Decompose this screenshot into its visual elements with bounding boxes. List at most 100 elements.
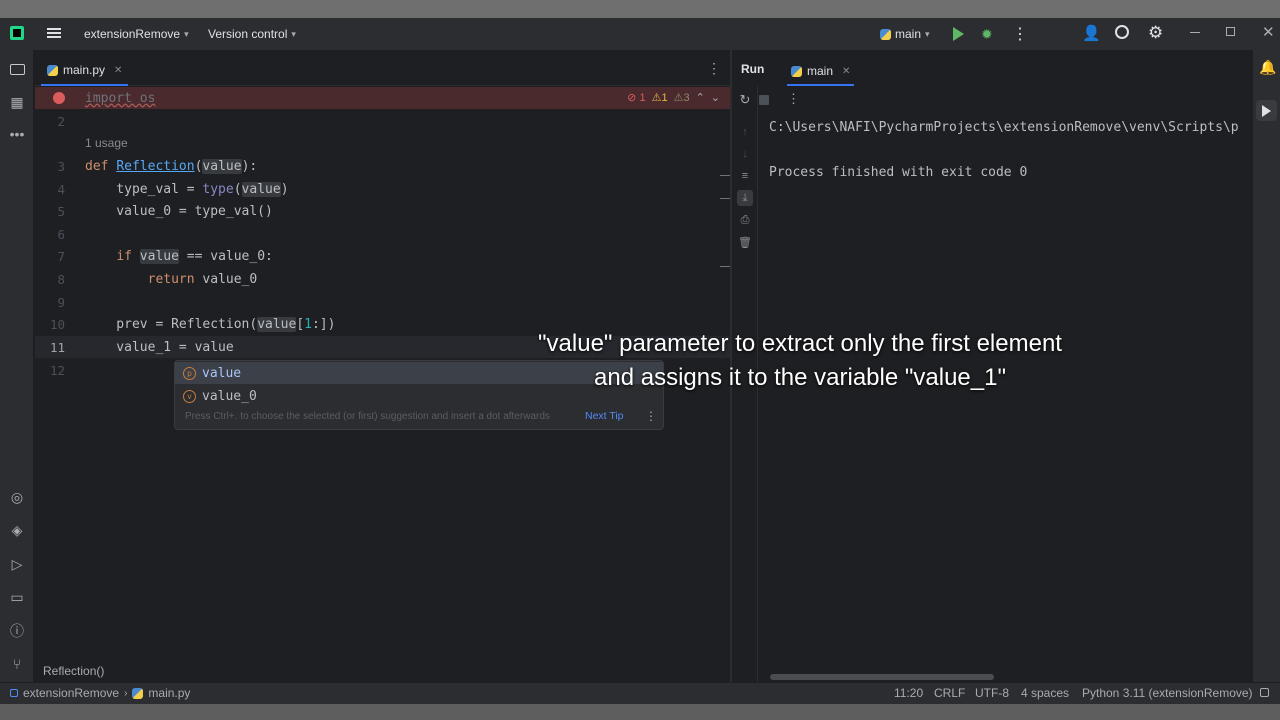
console-output[interactable]: C:\Users\NAFI\PycharmProjects\extensionR… bbox=[769, 120, 1239, 180]
run-tab-label: main bbox=[807, 64, 834, 78]
code-text: return value_0 bbox=[147, 271, 258, 287]
vcs-selector[interactable]: Version control ▾ bbox=[208, 27, 296, 41]
settings-gear-icon[interactable]: ⚙ bbox=[1148, 23, 1163, 43]
fold-marker[interactable] bbox=[720, 175, 730, 176]
rerun-icon[interactable]: ↻ bbox=[737, 92, 753, 108]
run-side-icon[interactable] bbox=[1256, 100, 1277, 121]
completion-label: value bbox=[202, 365, 242, 381]
status-file: main.py bbox=[148, 686, 191, 700]
editor-tabs-menu-icon[interactable]: ⋮ bbox=[707, 60, 721, 77]
soft-wrap-icon[interactable]: ≡ bbox=[737, 168, 753, 184]
chevron-down-icon: ▾ bbox=[291, 28, 296, 39]
right-tool-strip: 🔔 bbox=[1253, 50, 1280, 682]
more-tools-icon[interactable]: ••• bbox=[7, 124, 27, 144]
restore-icon[interactable] bbox=[1226, 27, 1235, 36]
run-more-icon[interactable]: ⋮ bbox=[787, 91, 800, 107]
git-icon[interactable]: ⑂ bbox=[7, 654, 27, 674]
code-line: 3 def Reflection(value): bbox=[35, 155, 730, 177]
line-number: 12 bbox=[49, 362, 65, 378]
python-interpreter[interactable]: Python 3.11 (extensionRemove) bbox=[1082, 686, 1253, 700]
structure-icon[interactable]: ▦ bbox=[7, 92, 27, 112]
tab-run-main[interactable]: main ✕ bbox=[787, 58, 855, 86]
file-encoding[interactable]: UTF-8 bbox=[975, 686, 1009, 700]
python-packages-icon[interactable]: ◎ bbox=[7, 487, 27, 507]
trash-icon[interactable]: 🗑 bbox=[737, 234, 753, 250]
title-bar: extensionRemove ▾ Version control ▾ main… bbox=[0, 18, 1280, 50]
stop-icon[interactable] bbox=[759, 95, 769, 105]
line-number: 9 bbox=[57, 294, 65, 310]
terminal-icon[interactable]: ▭ bbox=[7, 587, 27, 607]
up-arrow-icon[interactable]: ↑ bbox=[737, 124, 753, 140]
problems-icon[interactable]: ⓘ bbox=[7, 621, 27, 641]
status-breadcrumb[interactable]: extensionRemove › main.py bbox=[10, 686, 190, 700]
parameter-icon: p bbox=[183, 366, 196, 380]
app-logo-icon[interactable] bbox=[10, 26, 24, 40]
status-project: extensionRemove bbox=[23, 686, 120, 700]
code-line: 7 if value == value_0: bbox=[35, 245, 730, 267]
status-bar: extensionRemove › main.py 11:20 CRLF UTF… bbox=[0, 682, 1280, 704]
popup-menu-icon[interactable]: ⋮ bbox=[645, 409, 657, 423]
window-top-strip bbox=[0, 0, 1280, 18]
completion-hint: Press Ctrl+. to choose the selected (or … bbox=[185, 411, 550, 422]
run-header: Run main ✕ bbox=[732, 50, 1253, 86]
minimize-icon[interactable] bbox=[1190, 32, 1200, 33]
tab-label: main.py bbox=[63, 63, 106, 77]
close-tab-icon[interactable]: ✕ bbox=[842, 66, 850, 77]
horizontal-scrollbar[interactable] bbox=[770, 674, 994, 680]
editor-tab-bar: main.py ✕ ⋮ bbox=[35, 50, 730, 86]
fold-marker[interactable] bbox=[720, 266, 730, 267]
scroll-to-end-icon[interactable]: ⤓ bbox=[737, 190, 753, 206]
subtitle-line: and assigns it to the variable "value_1" bbox=[594, 364, 1006, 391]
indent-setting[interactable]: 4 spaces bbox=[1021, 686, 1069, 700]
line-number: 5 bbox=[57, 203, 65, 219]
python-file-icon bbox=[132, 687, 144, 699]
lock-icon[interactable] bbox=[1260, 688, 1269, 697]
python-file-icon bbox=[47, 64, 58, 76]
debug-icon[interactable]: ✹ bbox=[981, 26, 993, 43]
print-icon[interactable]: ⎙ bbox=[737, 212, 753, 228]
vcs-label: Version control bbox=[208, 27, 288, 41]
chevron-down-icon: ▾ bbox=[184, 28, 189, 39]
window-bottom-strip bbox=[0, 704, 1280, 720]
line-number: 10 bbox=[49, 316, 65, 332]
run-config-label: main bbox=[895, 27, 922, 41]
close-tab-icon[interactable]: ✕ bbox=[114, 65, 122, 76]
services-icon[interactable]: ▷ bbox=[7, 554, 27, 574]
project-selector[interactable]: extensionRemove ▾ bbox=[84, 27, 189, 41]
subtitle-line: "value" parameter to extract only the fi… bbox=[538, 330, 1062, 357]
add-user-icon[interactable]: 👤 bbox=[1082, 24, 1101, 42]
code-text: prev = Reflection(value[1:]) bbox=[85, 316, 336, 332]
next-tip-link[interactable]: Next Tip bbox=[585, 410, 624, 422]
project-folder-icon[interactable] bbox=[7, 59, 27, 79]
line-number: 11 bbox=[49, 339, 65, 355]
tab-main-py[interactable]: main.py ✕ bbox=[41, 56, 129, 86]
console-line: Process finished with exit code 0 bbox=[769, 165, 1028, 180]
run-icon[interactable] bbox=[953, 27, 964, 41]
run-tool-title: Run bbox=[741, 62, 765, 76]
close-window-icon[interactable]: ✕ bbox=[1262, 23, 1275, 41]
layers-icon[interactable]: ◈ bbox=[7, 520, 27, 540]
search-icon[interactable] bbox=[1115, 25, 1129, 39]
down-arrow-icon[interactable]: ↓ bbox=[737, 146, 753, 162]
more-actions-icon[interactable]: ⋮ bbox=[1012, 24, 1028, 44]
code-line: 8 return value_0 bbox=[35, 268, 730, 290]
module-icon bbox=[10, 689, 18, 697]
chevron-right-icon: › bbox=[124, 687, 128, 699]
code-breadcrumb[interactable]: Reflection() bbox=[43, 664, 104, 678]
usage-hint[interactable]: 1 usage bbox=[85, 136, 128, 150]
chevron-down-icon: ▾ bbox=[925, 28, 930, 39]
code-text: if value == value_0: bbox=[116, 248, 273, 264]
notifications-bell-icon[interactable]: 🔔 bbox=[1259, 59, 1276, 76]
line-separator[interactable]: CRLF bbox=[934, 686, 965, 700]
code-text: type_val = type(value) bbox=[85, 181, 289, 197]
line-number: 3 bbox=[57, 158, 65, 174]
code-line: 4 type_val = type(value) bbox=[35, 178, 730, 200]
fold-marker[interactable] bbox=[720, 198, 730, 199]
main-menu-icon[interactable] bbox=[47, 26, 61, 40]
code-line: 6 bbox=[35, 223, 730, 245]
caret-position[interactable]: 11:20 bbox=[894, 686, 923, 700]
code-text: value_0 = type_val() bbox=[85, 203, 273, 219]
line-number: 6 bbox=[57, 226, 65, 242]
run-config-selector[interactable]: main ▾ bbox=[880, 27, 930, 41]
python-icon bbox=[791, 65, 802, 77]
